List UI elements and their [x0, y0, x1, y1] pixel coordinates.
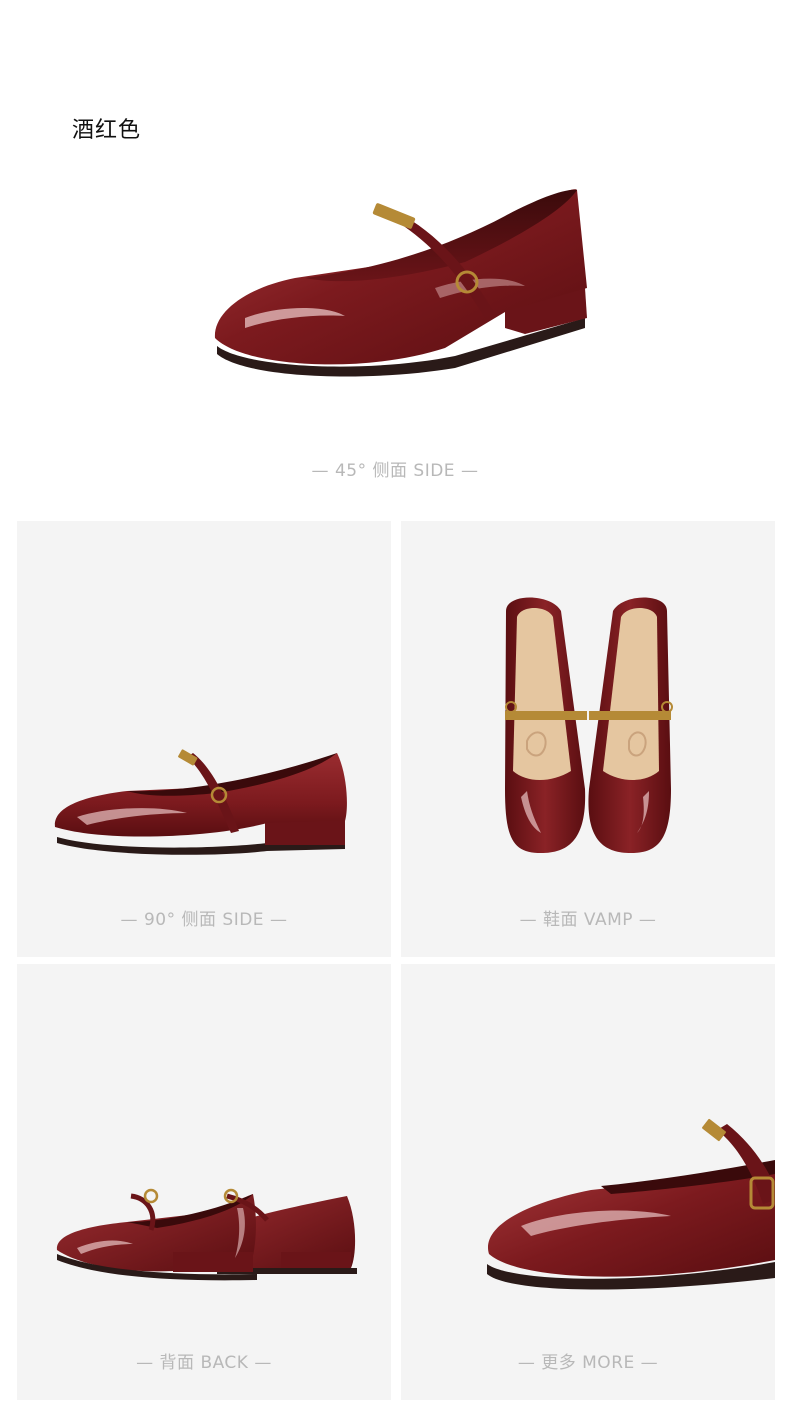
shoe-45-degree-image [205, 178, 595, 388]
more-tile: — 更多 MORE — [401, 964, 775, 1400]
shoe-90-svg [54, 749, 347, 855]
shoe-back-svg [56, 1188, 357, 1281]
back-caption: — 背面 BACK — [136, 1353, 272, 1373]
shoe-45-svg [214, 189, 587, 377]
more-caption: — 更多 MORE — [517, 1353, 659, 1373]
side-90-tile: — 90° 侧面 SIDE — [17, 521, 391, 957]
side-45-caption: — 45° 侧面 SIDE — [311, 461, 479, 481]
vamp-caption: — 鞋面 VAMP — [519, 910, 657, 930]
side-90-caption: — 90° 侧面 SIDE — [120, 910, 288, 930]
vamp-left-shoe [505, 597, 587, 853]
vamp-right-shoe [588, 597, 673, 853]
shoe-vamp-svg [505, 597, 673, 853]
color-name-heading: 酒红色 [72, 118, 142, 143]
product-detail-page: 酒红色 — 45° 侧面 SIDE — — 90° 侧面 SIDE — — 鞋面… [0, 0, 790, 1402]
vamp-tile: — 鞋面 VAMP — [401, 521, 775, 957]
back-tile: — 背面 BACK — [17, 964, 391, 1400]
shoe-closeup-svg [487, 1118, 775, 1290]
